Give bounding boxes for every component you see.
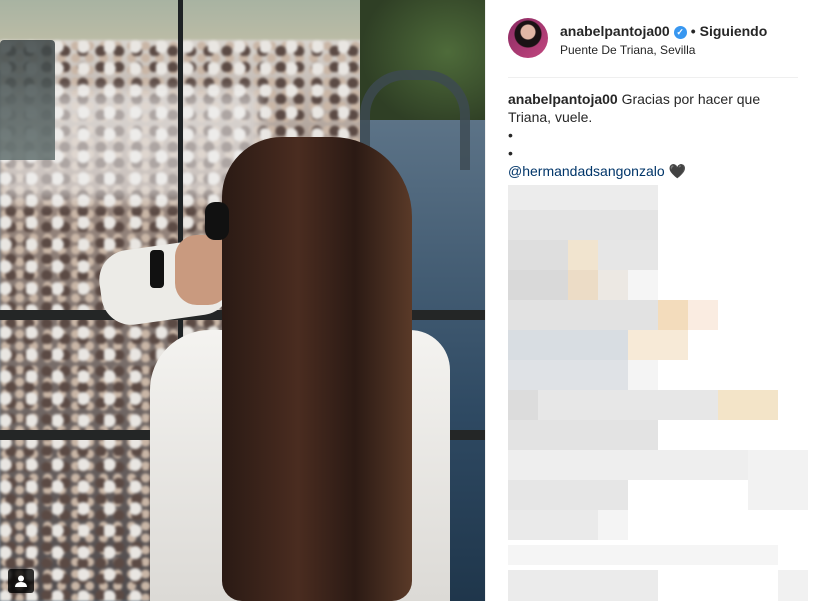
user-tag-glyph	[15, 575, 27, 587]
blur-tile	[508, 545, 778, 565]
caption-bullet-1: •	[508, 127, 513, 143]
blur-tile	[508, 240, 568, 270]
caption-username[interactable]: anabelpantoja00	[508, 91, 618, 107]
blur-tile	[508, 510, 598, 540]
verified-badge-icon: ✓	[673, 25, 687, 39]
follow-button[interactable]: Siguiendo	[700, 23, 768, 39]
blur-tile	[508, 210, 658, 240]
caption-mention-link[interactable]: @hermandadsangonzalo	[508, 163, 665, 179]
blur-tile	[598, 510, 628, 540]
photo-hair	[222, 137, 412, 601]
blur-tile	[508, 185, 658, 210]
blur-tile	[598, 240, 658, 270]
black-heart-emoji: 🖤	[668, 163, 686, 179]
post-header: anabelpantoja00 ✓ • Siguiendo Puente De Tri…	[508, 15, 798, 78]
caption-bullet-2: •	[508, 145, 513, 161]
blur-tile	[508, 270, 568, 300]
blur-tile	[628, 330, 688, 360]
blur-tile	[538, 390, 718, 420]
post-photo[interactable]	[0, 0, 485, 601]
blur-tile	[718, 390, 778, 420]
blur-tile	[658, 300, 688, 330]
blur-tile	[748, 450, 808, 510]
avatar[interactable]	[508, 18, 548, 58]
separator-dot: •	[690, 23, 696, 39]
blur-tile	[508, 330, 628, 360]
blur-tile	[778, 570, 808, 601]
pixelated-comments	[508, 185, 820, 601]
blur-tile	[508, 300, 658, 330]
blur-tile	[508, 450, 748, 480]
location-link[interactable]: Puente De Triana, Sevilla	[560, 43, 695, 57]
blur-tile	[628, 360, 658, 390]
user-tag-icon[interactable]	[8, 569, 34, 593]
blur-tile	[508, 420, 658, 450]
photo-watch	[150, 250, 164, 288]
blur-tile	[508, 360, 628, 390]
blur-tile	[568, 240, 598, 270]
blur-tile	[628, 270, 658, 300]
blur-tile	[598, 270, 628, 300]
photo-lamp	[0, 40, 55, 160]
photo-sunglasses	[205, 202, 229, 240]
username-link[interactable]: anabelpantoja00	[560, 23, 670, 39]
header-username-row: anabelpantoja00 ✓ • Siguiendo	[560, 23, 767, 39]
blur-tile	[688, 300, 718, 330]
blur-tile	[508, 390, 538, 420]
blur-tile	[508, 480, 628, 510]
blur-tile	[508, 570, 658, 601]
caption: anabelpantoja00 Gracias por hacer que Tr…	[508, 90, 798, 180]
post-side-panel: anabelpantoja00 ✓ • Siguiendo Puente De Tri…	[486, 0, 820, 601]
blur-tile	[568, 270, 598, 300]
